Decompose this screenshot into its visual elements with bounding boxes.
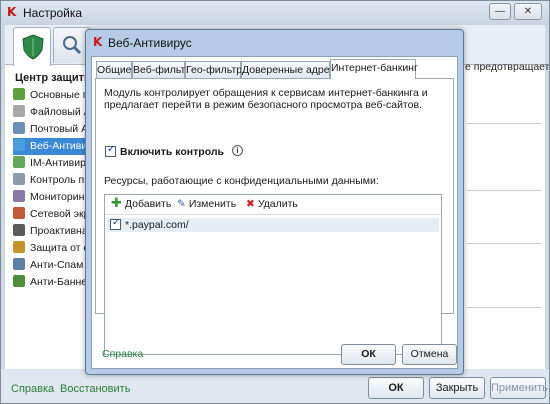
im-antivirus-icon (13, 156, 25, 168)
web-antivirus-icon (13, 139, 25, 151)
checkmark-icon: ✓ (112, 217, 121, 228)
tab-internet-banking[interactable]: Интернет-банкинг (330, 59, 418, 79)
main-window-title: Настройка (23, 6, 83, 20)
edit-button[interactable]: ✎ Изменить (177, 198, 236, 210)
shield-icon (22, 34, 44, 60)
pencil-icon: ✎ (177, 198, 186, 210)
minimize-button[interactable]: — (489, 3, 511, 20)
sidebar-item-label: Анти-Спам (30, 259, 84, 271)
dialog-body: Общие Веб-фильтр Гео-фильтр Доверенные а… (91, 56, 458, 369)
dialog-help-link[interactable]: Справка (102, 348, 143, 360)
general-settings-icon (13, 88, 25, 100)
delete-x-icon: ✖ (246, 198, 255, 210)
main-apply-button[interactable]: Применить (490, 377, 548, 399)
file-antivirus-icon (13, 105, 25, 117)
close-window-button[interactable]: ✕ (514, 3, 542, 20)
tab-general[interactable]: Общие (96, 61, 132, 78)
anti-spam-icon (13, 258, 25, 270)
network-attack-icon (13, 241, 25, 253)
dialog-cancel-button[interactable]: Отмена (402, 344, 457, 365)
sidebar-item-label: Анти-Баннер (30, 276, 93, 288)
enable-control-label: Включить контроль (120, 146, 224, 158)
web-antivirus-dialog: K Веб-Антивирус Общие Веб-фильтр Гео-фил… (85, 29, 464, 375)
kaspersky-logo-icon: K (7, 5, 17, 19)
tab-geo-filter[interactable]: Гео-фильтр (185, 61, 242, 78)
info-icon[interactable]: i (232, 145, 243, 156)
sidebar-heading: Центр защиты (15, 72, 94, 84)
resources-toolbar: ✚ Добавить ✎ Изменить ✖ Удалить (105, 195, 441, 215)
internet-banking-panel: Модуль контролирует обращения к сервисам… (95, 78, 454, 355)
dialog-ok-button[interactable]: ОК (341, 344, 396, 365)
list-item[interactable]: ✓ *.paypal.com/ (107, 217, 439, 232)
activity-monitor-icon (13, 190, 25, 202)
divider (467, 307, 541, 308)
help-link[interactable]: Справка (11, 383, 54, 395)
resources-list: ✚ Добавить ✎ Изменить ✖ Удалить ✓ *.paypal.… (104, 194, 442, 355)
main-titlebar: K Настройка — ✕ (1, 1, 549, 25)
divider (467, 123, 541, 124)
restore-link[interactable]: Восстановить (60, 383, 130, 395)
resources-label: Ресурсы, работающие с конфиденциальными … (104, 175, 379, 187)
enable-control-checkbox[interactable]: ✓ (105, 144, 116, 157)
add-label: Добавить (124, 198, 172, 210)
sidebar-item-label: IM-Антивиру (30, 157, 92, 169)
divider (467, 190, 541, 191)
main-close-button[interactable]: Закрыть (429, 377, 485, 399)
firewall-icon (13, 207, 25, 219)
add-button[interactable]: ✚ Добавить (111, 195, 172, 210)
module-description: Модуль контролирует обращения к сервисам… (104, 87, 428, 111)
anti-banner-icon (13, 275, 25, 287)
kaspersky-logo-icon: K (93, 35, 103, 49)
resource-checkbox[interactable]: ✓ (110, 217, 121, 230)
app-control-icon (13, 173, 25, 185)
main-ok-button[interactable]: ОК (368, 377, 424, 399)
tab-web-filter[interactable]: Веб-фильтр (132, 61, 191, 78)
proactive-defense-icon (13, 224, 25, 236)
background-description-text: е предотвращает (465, 61, 550, 73)
delete-button[interactable]: ✖ Удалить (246, 198, 298, 210)
tab-trusted-addresses[interactable]: Доверенные адреса (241, 61, 341, 78)
plus-icon: ✚ (111, 195, 122, 210)
edit-label: Изменить (188, 198, 237, 210)
divider (467, 243, 541, 244)
delete-label: Удалить (257, 198, 298, 210)
sidebar-item-label: Проактивная (30, 225, 94, 237)
dialog-title: Веб-Антивирус (108, 36, 192, 50)
resource-url: *.paypal.com/ (125, 219, 189, 231)
tab-protection[interactable] (13, 27, 51, 66)
mail-antivirus-icon (13, 122, 25, 134)
checkmark-icon: ✓ (107, 144, 116, 155)
